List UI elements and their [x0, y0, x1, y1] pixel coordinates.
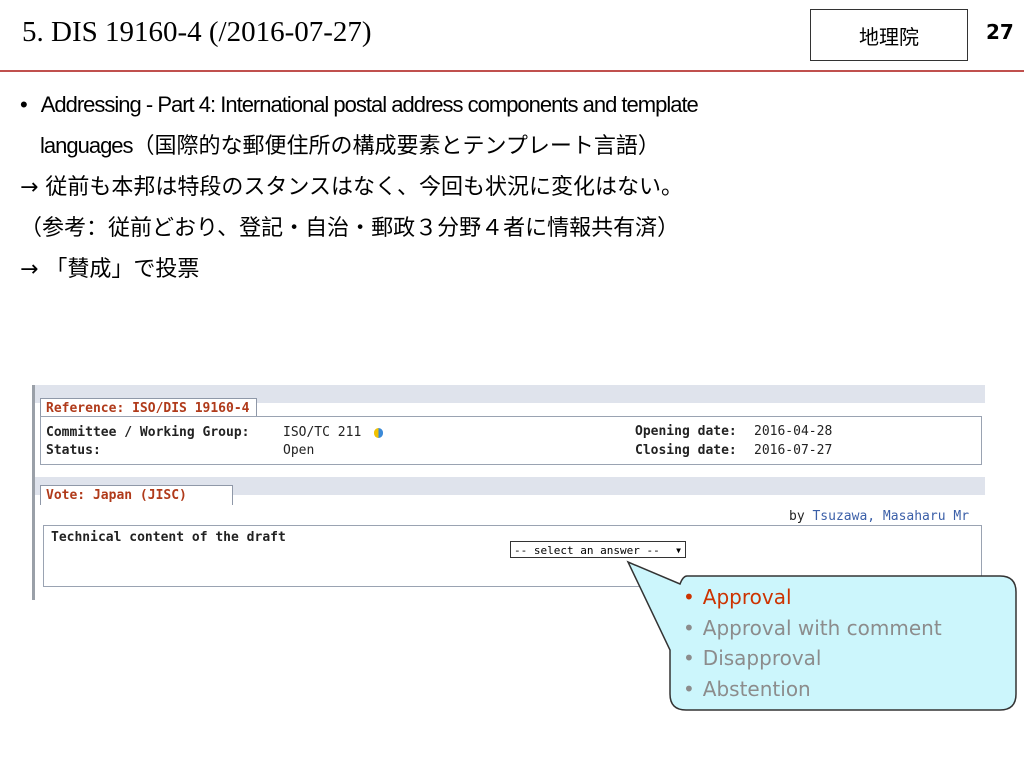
callout-option: • Approval	[683, 582, 942, 613]
callout-option-label: Abstention	[702, 676, 811, 701]
callout-option: • Abstention	[683, 674, 942, 705]
bullet-marker: •	[683, 615, 695, 640]
callout-option-label: Disapproval	[702, 646, 822, 670]
callout-options: • Approval • Approval with comment • Disappro…	[683, 582, 942, 704]
bullet-marker: •	[683, 676, 695, 701]
bullet-marker: •	[683, 646, 695, 670]
callout-option: • Approval with comment	[683, 613, 942, 644]
callout-option-label: Approval	[702, 585, 792, 609]
callout-option-label: Approval with comment	[702, 615, 942, 640]
callout-option: • Disapproval	[683, 643, 942, 674]
bullet-marker: •	[683, 585, 695, 609]
